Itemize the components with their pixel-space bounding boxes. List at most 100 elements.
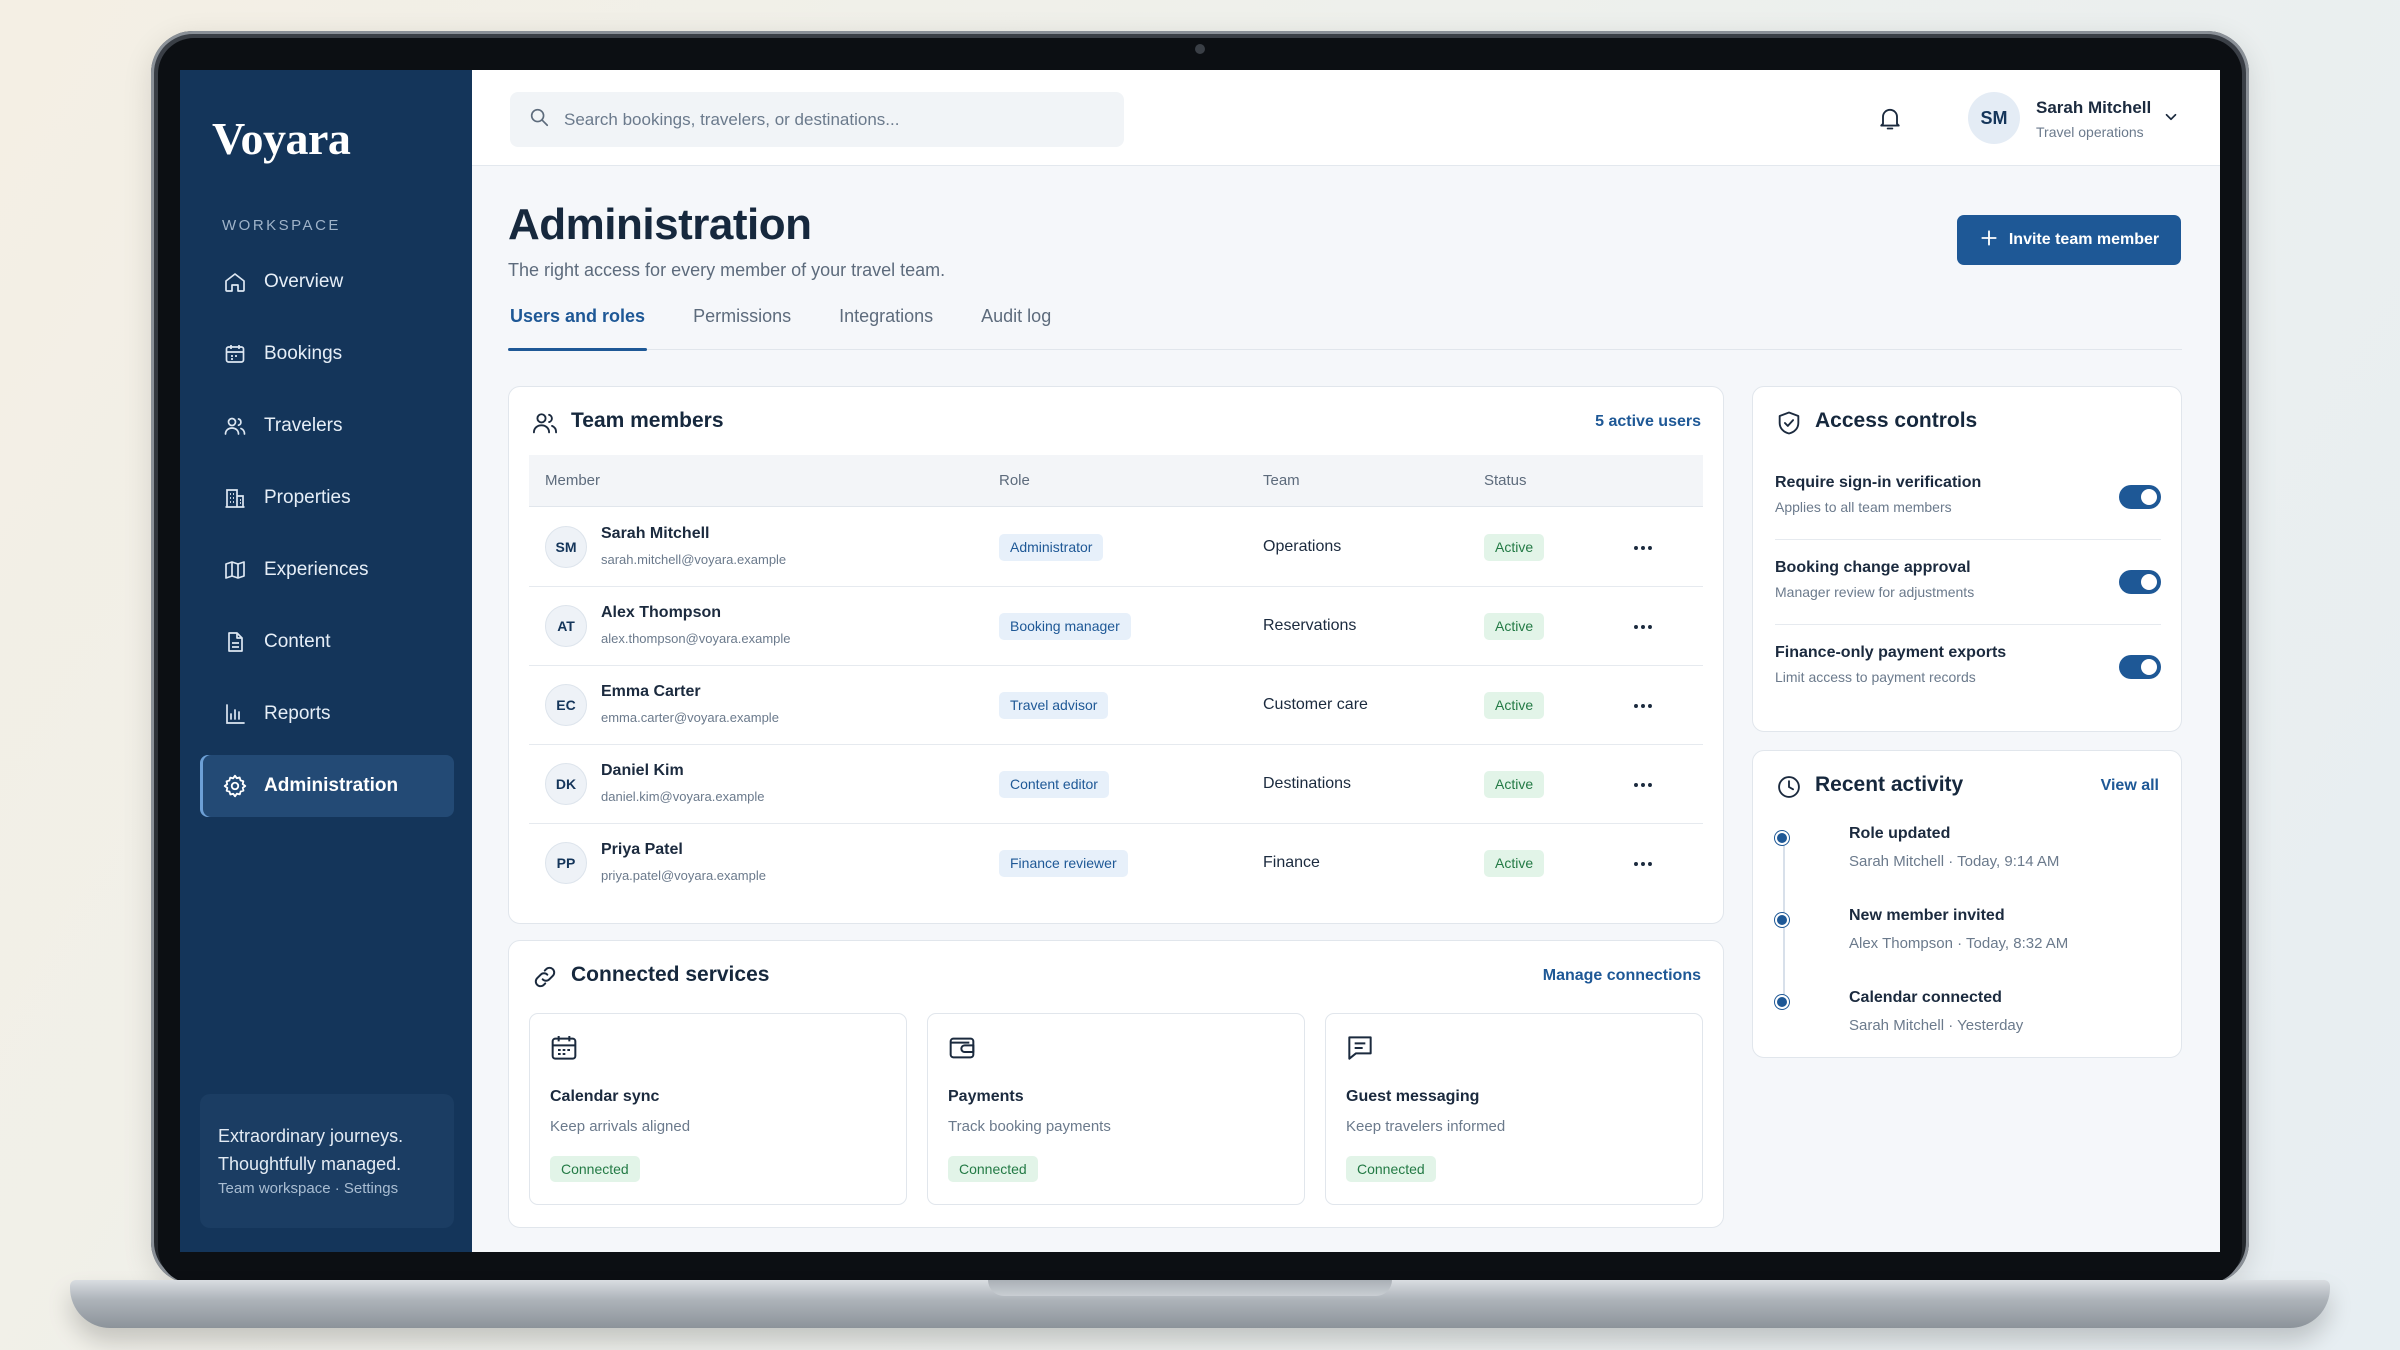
page-subtitle: The right access for every member of you… [508,260,946,280]
shield-check-icon [1775,409,1803,437]
sidebar-item-overview[interactable]: Overview [200,251,454,313]
more-options-icon[interactable] [1629,850,1657,878]
service-description: Track booking payments [948,1118,1111,1135]
table-row[interactable]: EC Emma Carter emma.carter@voyara.exampl… [529,666,1703,745]
member-avatar: PP [545,842,587,884]
access-control-description: Limit access to payment records [1775,669,1976,685]
sign-in-verification-toggle[interactable] [2119,485,2161,509]
more-options-icon[interactable] [1629,534,1657,562]
view-all-link[interactable]: View all [2101,777,2159,795]
more-options-icon[interactable] [1629,692,1657,720]
column-header-role[interactable]: Role [999,472,1030,489]
sidebar-footer: Extraordinary journeys. Thoughtfully man… [200,1094,454,1228]
tab-users-and-roles[interactable]: Users and roles [508,306,648,351]
app-screen: Voyara WORKSPACE Overview Bookings Trave… [180,70,2220,1252]
chevron-down-icon[interactable] [2162,108,2180,126]
sidebar-item-bookings[interactable]: Bookings [200,323,454,385]
member-name: Alex Thompson [601,604,722,621]
main-content: SM Sarah Mitchell Travel operations Admi… [472,70,2220,1252]
activity-meta: Alex Thompson · Today, 8:32 AM [1849,935,2069,952]
member-email: daniel.kim@voyara.example [601,789,765,804]
table-row[interactable]: PP Priya Patel priya.patel@voyara.exampl… [529,824,1703,903]
more-options-icon[interactable] [1629,771,1657,799]
sidebar-item-reports[interactable]: Reports [200,683,454,745]
sidebar-item-label: Reports [264,703,331,724]
sidebar-item-label: Overview [264,271,344,292]
top-bar: SM Sarah Mitchell Travel operations [472,70,2220,166]
member-name: Priya Patel [601,841,683,858]
search-icon [528,106,550,133]
member-avatar: AT [545,605,587,647]
search-box[interactable] [510,92,1124,147]
gear-icon [222,773,248,799]
tab-permissions[interactable]: Permissions [691,306,793,350]
role-badge: Content editor [999,771,1109,798]
sidebar-tagline-1: Extraordinary journeys. [218,1126,404,1146]
manage-connections-link[interactable]: Manage connections [1543,967,1701,985]
document-icon [222,629,248,655]
sidebar-section-label: WORKSPACE [222,217,341,234]
role-badge: Travel advisor [999,692,1109,719]
member-avatar: SM [545,526,587,568]
table-row[interactable]: DK Daniel Kim daniel.kim@voyara.example … [529,745,1703,824]
service-card-payments[interactable]: Payments Track booking payments Connecte… [927,1013,1305,1205]
sidebar-item-content[interactable]: Content [200,611,454,673]
team-members-card: Team members 5 active users Member Role … [508,386,1724,924]
member-email: emma.carter@voyara.example [601,710,779,725]
user-avatar[interactable]: SM [1968,92,2020,144]
member-name: Emma Carter [601,683,701,700]
timeline-dot [1775,913,1789,927]
access-control-item: Booking change approval Manager review f… [1775,540,2161,625]
wallet-icon [946,1032,980,1066]
column-header-status[interactable]: Status [1484,472,1527,489]
app-logo[interactable]: Voyara [212,112,351,165]
member-email: alex.thompson@voyara.example [601,631,791,646]
access-controls-title: Access controls [1815,409,1978,432]
sidebar-item-travelers[interactable]: Travelers [200,395,454,457]
member-name: Daniel Kim [601,762,684,779]
sidebar-nav: Overview Bookings Travelers Properties E… [200,251,454,827]
finance-payment-exports-toggle[interactable] [2119,655,2161,679]
connected-services-title: Connected services [571,963,770,986]
sidebar-item-properties[interactable]: Properties [200,467,454,529]
column-header-team[interactable]: Team [1263,472,1300,489]
service-description: Keep arrivals aligned [550,1118,691,1135]
calendar-icon [222,341,248,367]
building-icon [222,485,248,511]
sidebar-item-experiences[interactable]: Experiences [200,539,454,601]
sidebar-footer-links[interactable]: Team workspace · Settings [218,1180,436,1197]
sidebar-item-administration[interactable]: Administration [200,755,454,817]
access-controls-card: Access controls Require sign-in verifica… [1752,386,2182,732]
user-role: Travel operations [2036,124,2144,140]
tab-audit-log[interactable]: Audit log [979,306,1053,350]
invite-team-member-button[interactable]: Invite team member [1957,215,2181,265]
bar-chart-icon [222,701,248,727]
user-name[interactable]: Sarah Mitchell [2036,98,2151,118]
column-header-member[interactable]: Member [545,472,600,489]
sidebar-item-label: Properties [264,487,351,508]
sidebar-item-label: Content [264,631,331,652]
tab-integrations[interactable]: Integrations [837,306,935,350]
search-input[interactable] [564,109,1104,130]
service-status-badge: Connected [948,1156,1038,1182]
booking-change-approval-toggle[interactable] [2119,570,2161,594]
member-team: Finance [1263,854,1320,871]
status-badge: Active [1484,534,1545,561]
access-control-title: Booking change approval [1775,559,1971,576]
more-options-icon[interactable] [1629,613,1657,641]
recent-activity-title: Recent activity [1815,773,1964,796]
service-card-calendar-sync[interactable]: Calendar sync Keep arrivals aligned Conn… [529,1013,907,1205]
clock-icon [1775,773,1803,801]
service-card-guest-messaging[interactable]: Guest messaging Keep travelers informed … [1325,1013,1703,1205]
table-row[interactable]: SM Sarah Mitchell sarah.mitchell@voyara.… [529,508,1703,587]
access-control-description: Applies to all team members [1775,499,1952,515]
team-members-title: Team members [571,409,724,432]
member-team: Reservations [1263,617,1357,634]
notification-bell-icon[interactable] [1876,104,1904,132]
active-users-link[interactable]: 5 active users [1595,413,1701,431]
users-icon [531,409,559,437]
message-icon [1344,1032,1378,1066]
recent-activity-card: Recent activity View all Role updated Sa… [1752,750,2182,1058]
table-row[interactable]: AT Alex Thompson alex.thompson@voyara.ex… [529,587,1703,666]
member-name: Sarah Mitchell [601,525,710,542]
